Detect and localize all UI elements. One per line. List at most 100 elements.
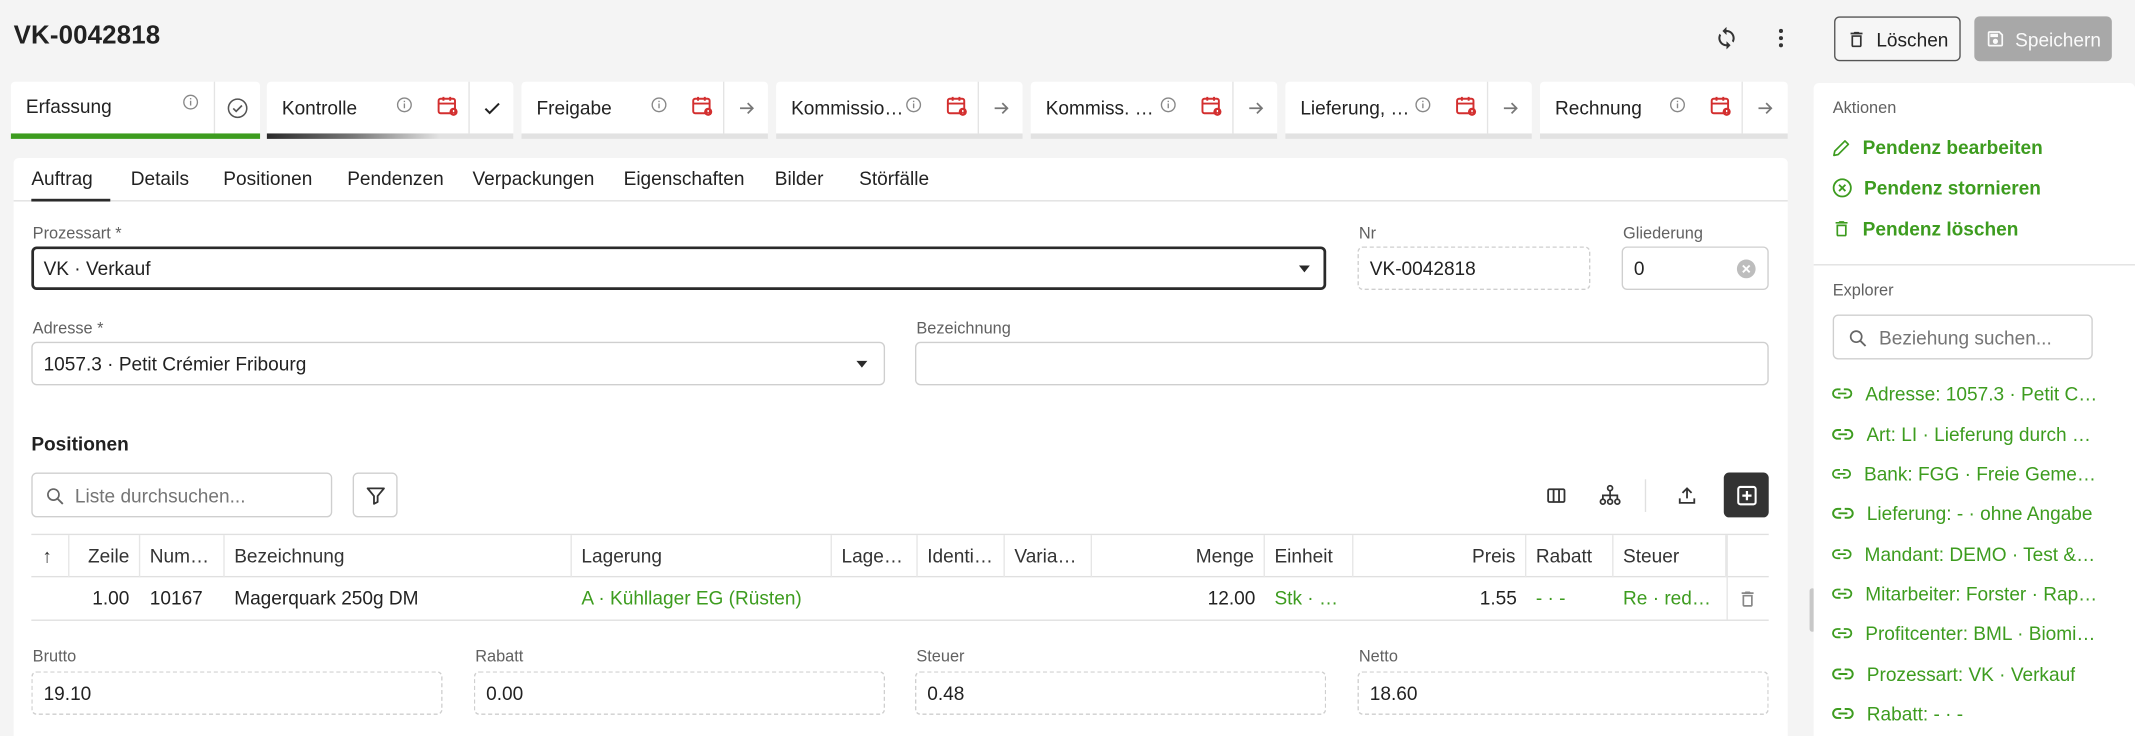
arrow-right-icon[interactable] (724, 82, 768, 134)
explorer-link-bank[interactable]: Bank: FGG · Freie Gemeinsc… (1831, 460, 2098, 487)
action-pendenz-loeschen[interactable]: Pendenz löschen (1831, 215, 2018, 242)
action-label: Pendenz löschen (1862, 217, 2019, 240)
workflow-step-lieferung[interactable]: Lieferung, V… (1285, 81, 1532, 139)
workflow-step-erfassung[interactable]: Erfassung (10, 81, 261, 139)
prozessart-select[interactable]: VK · Verkauf (31, 246, 1327, 291)
check-circle-icon[interactable] (215, 82, 260, 134)
column-header-variante[interactable]: Variante (1005, 535, 1093, 578)
tab-stoerfaelle[interactable]: Störfälle (859, 158, 929, 202)
cell-rabatt-link[interactable]: - · - (1526, 577, 1613, 619)
explorer-link-lieferung[interactable]: Lieferung: - · ohne Angabe (1831, 500, 2098, 527)
step-progress-bar (1030, 133, 1278, 139)
step-progress-bar (1539, 133, 1788, 139)
clear-icon[interactable] (1736, 259, 1756, 279)
column-header-rabatt[interactable]: Rabatt (1526, 535, 1614, 578)
adresse-select[interactable]: 1057.3 · Petit Crémier Fribourg (31, 341, 886, 386)
column-header-nummer[interactable]: Numm… (140, 535, 225, 578)
cell-lagerung-link[interactable]: A · Kühllager EG (Rüsten) (572, 577, 832, 619)
check-icon[interactable] (470, 82, 514, 134)
tab-pendenzen[interactable]: Pendenzen (347, 158, 443, 202)
delete-row-icon[interactable] (1737, 588, 1757, 610)
calendar-alert-icon (1709, 94, 1732, 117)
adresse-value: 1057.3 · Petit Crémier Fribourg (43, 352, 307, 375)
explorer-link-label: Art: LI · Lieferung durch uns (1866, 423, 2099, 446)
columns-button[interactable] (1533, 472, 1578, 517)
workflow-step-freigabe[interactable]: Freigabe (521, 81, 768, 139)
tab-bilder[interactable]: Bilder (775, 158, 824, 202)
column-header-bezeichnung[interactable]: Bezeichnung (225, 535, 572, 578)
explorer-link-prozessart[interactable]: Prozessart: VK · Verkauf (1831, 660, 2098, 687)
arrow-right-icon[interactable] (979, 82, 1023, 134)
trash-icon (1835, 221, 1848, 237)
explorer-link-mandant[interactable]: Mandant: DEMO · Test & Sc… (1831, 541, 2098, 568)
explorer-link-adresse[interactable]: Adresse: 1057.3 · Petit Cré… (1831, 380, 2098, 407)
upload-icon (1678, 486, 1695, 504)
workflow-step-kontrolle[interactable]: Kontrolle (266, 81, 514, 139)
filter-icon (366, 486, 385, 505)
tab-eigenschaften[interactable]: Eigenschaften (624, 158, 745, 202)
explorer-link-mitarbeiter[interactable]: Mitarbeiter: Forster · Raphael (1831, 580, 2098, 607)
save-button[interactable]: Speichern (1974, 16, 2112, 62)
pencil-icon (1833, 139, 1850, 156)
explorer-link-art[interactable]: Art: LI · Lieferung durch uns (1831, 421, 2098, 448)
sort-arrow-icon[interactable]: ↑ (31, 535, 70, 578)
filter-button[interactable] (352, 472, 398, 518)
column-header-preis[interactable]: Preis (1353, 535, 1527, 578)
search-icon (45, 486, 65, 506)
action-label: Pendenz bearbeiten (1862, 136, 2043, 158)
calendar-alert-icon (945, 94, 968, 117)
link-icon (1832, 507, 1854, 519)
link-icon (1832, 429, 1854, 440)
column-header-lagerung[interactable]: Lagerung (572, 535, 832, 578)
table-header: ↑ Zeile Numm… Bezeichnung Lagerung Lager… (31, 533, 1769, 578)
workflow-step-kommiss-b[interactable]: Kommiss. b… (1030, 81, 1278, 139)
info-icon (651, 97, 667, 113)
refresh-icon[interactable] (1707, 19, 1745, 57)
explorer-link-label: Mitarbeiter: Forster · Raphael (1865, 582, 2099, 605)
tab-verpackungen[interactable]: Verpackungen (472, 158, 594, 202)
info-icon (1669, 97, 1685, 113)
delete-button[interactable]: Löschen (1834, 16, 1961, 62)
more-vert-icon[interactable] (1762, 19, 1800, 57)
workflow-step-rechnung[interactable]: Rechnung (1539, 81, 1788, 139)
netto-field: 18.60 (1357, 671, 1769, 715)
hierarchy-button[interactable] (1588, 472, 1633, 517)
explorer-link-profitcenter[interactable]: Profitcenter: BML · Biomilk … (1831, 620, 2098, 647)
cell-steuer-link[interactable]: Re · reduzi… (1613, 577, 1726, 619)
gliederung-field[interactable]: 0 (1621, 246, 1769, 291)
cancel-circle-icon (1832, 178, 1852, 198)
explorer-link-label: Lieferung: - · ohne Angabe (1866, 502, 2093, 525)
cell-bezeichnung: Magerquark 250g DM (234, 586, 419, 609)
action-pendenz-bearbeiten[interactable]: Pendenz bearbeiten (1831, 133, 2043, 160)
workflow-step-kommission[interactable]: Kommission… (776, 81, 1023, 139)
cell-lagerplatz (832, 577, 918, 619)
column-header-lagerplatz[interactable]: Lagerp… (832, 535, 918, 578)
column-header-menge[interactable]: Menge (1092, 535, 1265, 578)
tab-positionen[interactable]: Positionen (223, 158, 312, 202)
action-pendenz-stornieren[interactable]: Pendenz stornieren (1831, 174, 2041, 201)
arrow-right-icon[interactable] (1743, 82, 1787, 134)
step-label: Kommiss. b… (1045, 96, 1162, 119)
column-header-einheit[interactable]: Einheit (1265, 535, 1354, 578)
table-row[interactable]: 1.00 10167 Magerquark 250g DM A · Kühlla… (31, 577, 1769, 621)
tab-details[interactable]: Details (131, 158, 189, 202)
column-header-identifikation[interactable]: Identifi… (918, 535, 1005, 578)
column-header-zeile[interactable]: Zeile (69, 535, 141, 578)
cell-nummer: 10167 (149, 586, 203, 609)
list-search-input[interactable]: Liste durchsuchen... (31, 472, 333, 518)
bezeichnung-input[interactable] (914, 341, 1769, 386)
arrow-right-icon[interactable] (1488, 82, 1532, 134)
add-position-button[interactable] (1723, 472, 1769, 518)
arrow-right-icon[interactable] (1234, 82, 1278, 134)
add-box-icon (1736, 485, 1756, 505)
explorer-link-rabatt[interactable]: Rabatt: - · - (1831, 700, 2098, 727)
tab-auftrag[interactable]: Auftrag (31, 158, 111, 202)
cell-einheit-link[interactable]: Stk · St… (1265, 577, 1353, 619)
column-header-steuer[interactable]: Steuer (1613, 535, 1727, 578)
calendar-alert-icon (690, 94, 713, 117)
explorer-link-label: Rabatt: - · - (1866, 702, 1964, 725)
relation-search-input[interactable]: Beziehung suchen... (1832, 314, 2093, 360)
step-progress-bar (266, 133, 514, 139)
explorer-link-label: Mandant: DEMO · Test & Sc… (1864, 543, 2099, 566)
export-button[interactable] (1664, 472, 1709, 517)
